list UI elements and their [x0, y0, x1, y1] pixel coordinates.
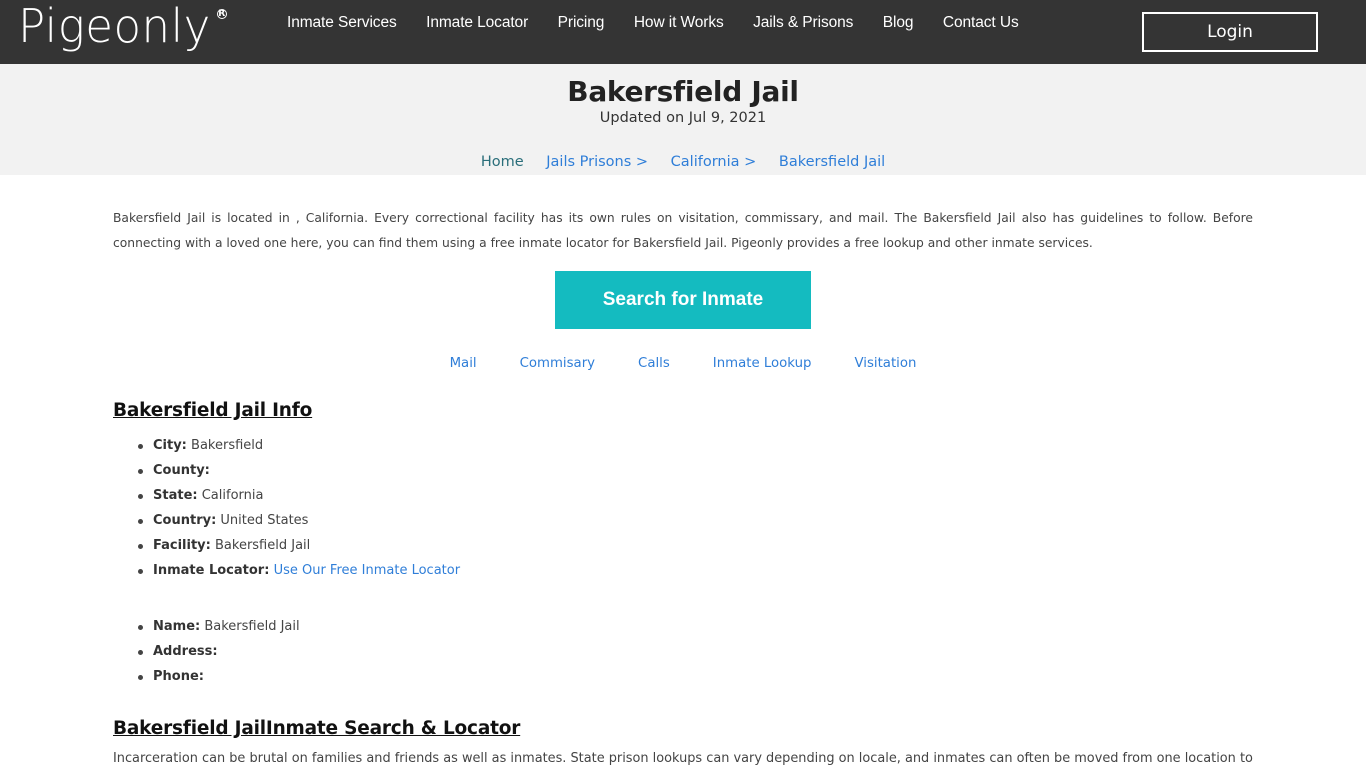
- facility-contact-list: Name: Bakersfield Jail Address: Phone:: [138, 614, 300, 689]
- registered-mark-icon: R: [216, 9, 227, 19]
- pigeonly-logo[interactable]: Pigeonly R: [18, 0, 227, 62]
- breadcrumb-home[interactable]: Home: [481, 154, 524, 170]
- info-section-title: Bakersfield Jail Info: [113, 400, 313, 421]
- contact-value: Bakersfield Jail: [200, 619, 300, 634]
- login-button[interactable]: Login: [1142, 12, 1318, 52]
- link-inmate-lookup[interactable]: Inmate Lookup: [713, 356, 812, 371]
- info-key: Country:: [153, 513, 217, 528]
- nav-contact-us[interactable]: Contact Us: [943, 14, 1019, 32]
- contact-phone: Phone:: [138, 664, 300, 689]
- contact-key: Name:: [153, 619, 201, 634]
- breadcrumb: Home Jails Prisons > California > Bakers…: [0, 154, 1366, 170]
- info-key: Inmate Locator:: [153, 563, 270, 578]
- info-state: State: California: [137, 483, 460, 508]
- contact-address: Address:: [138, 639, 300, 664]
- info-value: California: [197, 488, 264, 503]
- top-navigation-bar: Pigeonly R Inmate Services Inmate Locato…: [0, 0, 1366, 64]
- facility-info-list: City: Bakersfield County: State: Califor…: [137, 433, 461, 583]
- info-key: State:: [153, 488, 198, 503]
- link-commisary[interactable]: Commisary: [520, 356, 595, 371]
- breadcrumb-california[interactable]: California >: [671, 154, 757, 170]
- search-for-inmate-button[interactable]: Search for Inmate: [555, 271, 811, 329]
- info-county: County:: [137, 458, 460, 483]
- info-inmate-locator: Inmate Locator: Use Our Free Inmate Loca…: [137, 558, 461, 583]
- intro-paragraph: Bakersfield Jail is located in , Califor…: [113, 211, 1253, 250]
- info-city: City: Bakersfield: [137, 433, 460, 458]
- nav-inmate-services[interactable]: Inmate Services: [287, 14, 397, 32]
- page-title: Bakersfield Jail: [567, 75, 799, 108]
- contact-name: Name: Bakersfield Jail: [138, 614, 300, 639]
- nav-inmate-locator[interactable]: Inmate Locator: [426, 14, 528, 32]
- info-key: Facility:: [153, 538, 211, 553]
- nav-jails-prisons[interactable]: Jails & Prisons: [753, 14, 853, 32]
- search-section-title: Bakersfield JailInmate Search & Locator: [113, 718, 521, 739]
- logo-text: Pigeonly: [18, 0, 211, 53]
- nav-pricing[interactable]: Pricing: [558, 14, 605, 32]
- nav-blog[interactable]: Blog: [883, 14, 914, 32]
- contact-key: Phone:: [153, 669, 204, 684]
- info-value: Bakersfield Jail: [210, 538, 311, 553]
- free-inmate-locator-link[interactable]: Use Our Free Inmate Locator: [274, 563, 461, 578]
- breadcrumb-jails-prisons[interactable]: Jails Prisons >: [546, 154, 648, 170]
- search-section-paragraph: Incarceration can be brutal on families …: [113, 751, 1253, 766]
- info-value: Bakersfield: [186, 438, 264, 453]
- link-visitation[interactable]: Visitation: [854, 356, 916, 371]
- info-key: County:: [153, 463, 210, 478]
- info-value: United States: [216, 513, 309, 528]
- breadcrumb-bakersfield-jail[interactable]: Bakersfield Jail: [779, 154, 885, 170]
- facility-section-links: Mail Commisary Calls Inmate Lookup Visit…: [0, 356, 1366, 371]
- link-mail[interactable]: Mail: [450, 356, 477, 371]
- info-key: City:: [153, 438, 187, 453]
- contact-key: Address:: [153, 644, 218, 659]
- updated-date: Updated on Jul 9, 2021: [599, 110, 767, 126]
- info-facility: Facility: Bakersfield Jail: [137, 533, 460, 558]
- page-header: Bakersfield Jail Updated on Jul 9, 2021 …: [0, 64, 1366, 175]
- nav-how-it-works[interactable]: How it Works: [634, 14, 724, 32]
- link-calls[interactable]: Calls: [638, 356, 670, 371]
- info-country: Country: United States: [137, 508, 460, 533]
- main-nav: Inmate Services Inmate Locator Pricing H…: [287, 14, 1048, 32]
